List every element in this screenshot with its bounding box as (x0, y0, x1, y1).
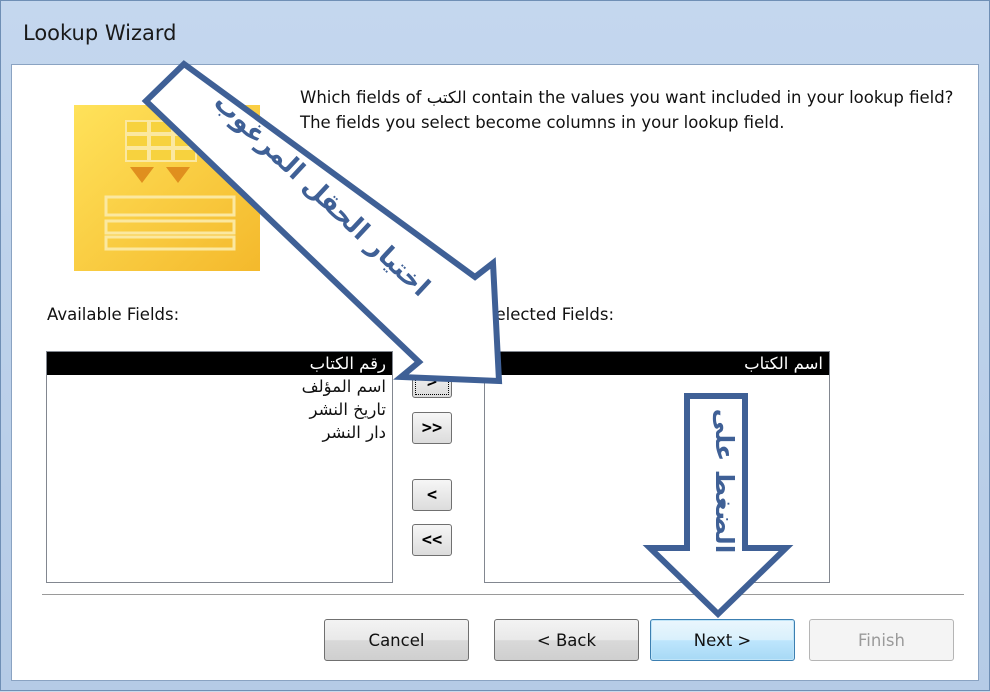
remove-one-button[interactable]: < (412, 479, 452, 511)
selected-fields-label: Selected Fields: (485, 305, 615, 324)
list-item[interactable]: رقم الكتاب (47, 352, 392, 375)
window-title: Lookup Wizard (23, 21, 177, 45)
list-item[interactable]: دار النشر (47, 421, 392, 444)
wizard-body: Which fields of الكتب contain the values… (11, 64, 979, 681)
list-item[interactable]: تاريخ النشر (47, 398, 392, 421)
add-one-button[interactable]: > (412, 366, 452, 398)
back-button[interactable]: < Back (494, 619, 639, 661)
available-fields-list[interactable]: رقم الكتاب اسم المؤلف تاريخ النشر دار ال… (46, 351, 393, 583)
lookup-wizard-icon (74, 105, 260, 271)
wizard-window: Lookup Wizard Which fields of الكتب cont… (0, 0, 990, 691)
remove-all-button[interactable]: << (412, 524, 452, 556)
instruction-text: Which fields of الكتب contain the values… (300, 88, 954, 132)
add-all-button[interactable]: >> (412, 412, 452, 444)
list-item[interactable]: اسم المؤلف (47, 375, 392, 398)
available-fields-label: Available Fields: (47, 305, 180, 324)
cancel-button[interactable]: Cancel (324, 619, 469, 661)
divider (42, 594, 964, 598)
next-button[interactable]: Next > (650, 619, 795, 661)
selected-fields-list[interactable]: اسم الكتاب (484, 351, 830, 583)
list-item[interactable]: اسم الكتاب (485, 352, 829, 375)
finish-button: Finish (809, 619, 954, 661)
